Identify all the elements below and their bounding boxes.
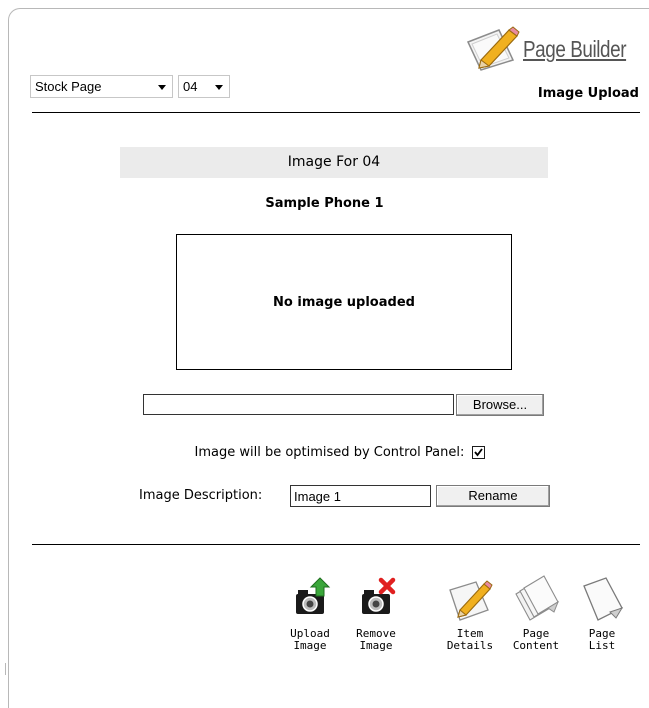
optimise-label: Image will be optimised by Control Panel… (194, 445, 465, 460)
image-placeholder-text: No image uploaded (273, 294, 415, 310)
camera-remove-icon (362, 577, 396, 614)
chevron-down-icon (158, 85, 166, 90)
remove-image-label: Remove Image (356, 627, 396, 652)
page-type-value: Stock Page (35, 79, 102, 94)
footer-divider (32, 544, 640, 545)
brand-logo[interactable]: Page Builder (465, 26, 645, 74)
rename-button[interactable]: Rename (436, 485, 550, 507)
page-number-value: 04 (183, 79, 198, 94)
chevron-down-icon (215, 85, 223, 90)
item-details-button[interactable]: Item Details (438, 574, 502, 652)
remove-image-button[interactable]: Remove Image (344, 574, 408, 652)
stacked-pages-icon (515, 575, 560, 621)
browse-button[interactable]: Browse... (456, 394, 544, 416)
page-list-button[interactable]: Page List (570, 574, 634, 652)
section-title: Image Upload (537, 86, 639, 101)
panel-frame-edge (5, 663, 9, 675)
optimise-row: Image will be optimised by Control Panel… (0, 445, 649, 460)
header-divider (32, 112, 640, 113)
item-name: Sample Phone 1 (265, 196, 384, 211)
image-preview: No image uploaded (176, 234, 512, 370)
upload-image-label: Upload Image (290, 627, 330, 652)
checkmark-icon (474, 448, 484, 457)
upload-image-button[interactable]: Upload Image (278, 574, 342, 652)
page-content-button[interactable]: Page Content (504, 574, 568, 652)
camera-upload-icon (296, 577, 331, 614)
pencil-page-icon (466, 26, 520, 71)
page-icon (583, 577, 624, 621)
page-content-label: Page Content (512, 627, 560, 652)
page-type-select[interactable]: Stock Page (30, 75, 173, 98)
item-details-label: Item Details (446, 627, 494, 652)
image-for-heading: Image For 04 (120, 147, 548, 178)
description-input[interactable] (290, 485, 431, 507)
pencil-page-icon (449, 580, 493, 621)
brand-title[interactable]: Page Builder (523, 36, 626, 63)
file-path-input[interactable] (143, 394, 454, 415)
description-label: Image Description: (139, 488, 263, 503)
optimise-checkbox[interactable] (472, 446, 486, 459)
page-list-label: Page List (588, 627, 616, 652)
page-number-select[interactable]: 04 (178, 75, 230, 98)
